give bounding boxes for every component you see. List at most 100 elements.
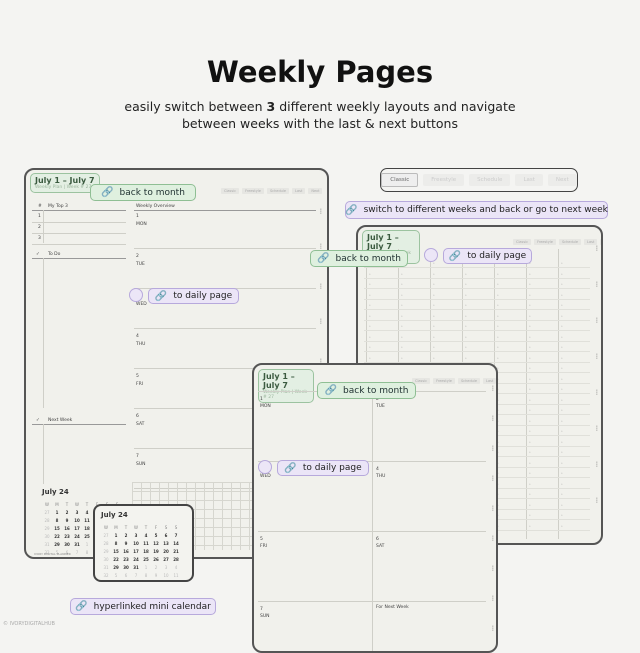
calendar-day[interactable]: 28	[171, 555, 181, 563]
day-number[interactable]: 1	[260, 397, 263, 402]
day-number[interactable]: 7	[260, 607, 263, 612]
calendar-day[interactable]: 7	[131, 571, 141, 579]
vertical-dots-icon[interactable]: ⋮	[490, 506, 496, 512]
calendar-day[interactable]: 8	[52, 516, 62, 524]
vertical-dots-icon[interactable]: ⋮	[594, 498, 600, 504]
calendar-day[interactable]: 9	[62, 516, 72, 524]
day-name[interactable]: SAT	[376, 544, 384, 549]
calendar-day[interactable]: 9	[151, 571, 161, 579]
week-header[interactable]: July 1 – July 7Weekly Plan | Week # 27	[258, 369, 314, 403]
day-name[interactable]: THU	[136, 342, 145, 347]
calendar-day[interactable]: 11	[141, 539, 151, 547]
vertical-dots-icon[interactable]: ⋮	[318, 319, 324, 325]
day-number[interactable]: 4	[136, 334, 139, 339]
calendar-day[interactable]: 13	[161, 539, 171, 547]
calendar-day[interactable]: 17	[131, 547, 141, 555]
toolbar-freestyle-button[interactable]: Freestyle	[423, 174, 465, 186]
day-link-circle[interactable]	[258, 460, 272, 474]
calendar-day[interactable]: 8	[141, 571, 151, 579]
calendar-day[interactable]: 6	[161, 531, 171, 539]
toolbar-last-button[interactable]: Last	[515, 174, 543, 186]
calendar-day[interactable]: 26	[151, 555, 161, 563]
vertical-dots-icon[interactable]: ⋮	[490, 596, 496, 602]
calendar-day[interactable]: 21	[171, 547, 181, 555]
day-link-circle[interactable]	[424, 248, 438, 262]
calendar-day[interactable]: 16	[62, 524, 72, 532]
week-number[interactable]: 28	[42, 516, 52, 524]
tab-freestyle[interactable]: Freestyle	[433, 378, 455, 384]
calendar-day[interactable]: 14	[171, 539, 181, 547]
week-number[interactable]: 30	[101, 555, 111, 563]
day-name[interactable]: MON	[260, 404, 271, 409]
vertical-dots-icon[interactable]: ⋮	[594, 246, 600, 252]
day-name[interactable]: SAT	[136, 422, 144, 427]
vertical-dots-icon[interactable]: ⋮	[594, 354, 600, 360]
week-number[interactable]: 29	[42, 524, 52, 532]
week-number[interactable]: 27	[101, 531, 111, 539]
vertical-dots-icon[interactable]: ⋮	[318, 209, 324, 215]
calendar-day[interactable]: 25	[82, 532, 92, 540]
calendar-day[interactable]: 23	[121, 555, 131, 563]
calendar-day[interactable]: 4	[82, 508, 92, 516]
calendar-day[interactable]: 10	[161, 571, 171, 579]
day-name[interactable]: THU	[376, 474, 385, 479]
calendar-day[interactable]: 31	[131, 563, 141, 571]
calendar-day[interactable]: 16	[121, 547, 131, 555]
vertical-dots-icon[interactable]: ⋮	[594, 426, 600, 432]
day-name[interactable]: TUE	[136, 262, 145, 267]
day-link-circle[interactable]	[129, 288, 143, 302]
vertical-dots-icon[interactable]: ⋮	[490, 626, 496, 632]
day-name[interactable]: TUE	[376, 404, 385, 409]
calendar-day[interactable]: 15	[52, 524, 62, 532]
vertical-dots-icon[interactable]: ⋮	[594, 282, 600, 288]
calendar-day[interactable]: 5	[111, 571, 121, 579]
calendar-day[interactable]: 25	[141, 555, 151, 563]
calendar-day[interactable]: 17	[72, 524, 82, 532]
tab-last[interactable]: Last	[483, 378, 496, 384]
calendar-day[interactable]: 24	[72, 532, 82, 540]
calendar-day[interactable]: 1	[52, 508, 62, 516]
toolbar-next-button[interactable]: Next	[547, 174, 577, 186]
calendar-day[interactable]: 20	[161, 547, 171, 555]
calendar-day[interactable]: 31	[72, 540, 82, 548]
calendar-day[interactable]: 30	[121, 563, 131, 571]
day-number[interactable]: 7	[136, 454, 139, 459]
calendar-day[interactable]: 3	[72, 508, 82, 516]
day-name[interactable]: MON	[136, 222, 147, 227]
day-number[interactable]: 6	[376, 537, 379, 542]
calendar-day[interactable]: 8	[82, 548, 92, 556]
day-name[interactable]: FRI	[260, 544, 267, 549]
calendar-day[interactable]: 8	[111, 539, 121, 547]
day-name[interactable]: FRI	[136, 382, 143, 387]
vertical-dots-icon[interactable]: ⋮	[490, 566, 496, 572]
tab-schedule[interactable]: Schedule	[457, 378, 481, 384]
calendar-day[interactable]: 10	[72, 516, 82, 524]
tab-freestyle[interactable]: Freestyle	[534, 239, 556, 245]
calendar-title[interactable]: July 24	[101, 511, 186, 519]
calendar-title[interactable]: July 24	[42, 488, 122, 496]
vertical-dots-icon[interactable]: ⋮	[490, 536, 496, 542]
day-name[interactable]: SUN	[260, 614, 270, 619]
to-daily-page-link[interactable]: 🔗 to daily page	[148, 288, 239, 304]
calendar-day[interactable]: 19	[151, 547, 161, 555]
calendar-day[interactable]: 7	[171, 531, 181, 539]
day-number[interactable]: 2	[136, 254, 139, 259]
calendar-day[interactable]: 1	[82, 540, 92, 548]
to-daily-page-link[interactable]: 🔗 to daily page	[277, 460, 369, 476]
tab-classic[interactable]: Classic	[513, 239, 532, 245]
week-number[interactable]: 31	[42, 540, 52, 548]
calendar-day[interactable]: 2	[62, 508, 72, 516]
calendar-day[interactable]: 24	[131, 555, 141, 563]
calendar-day[interactable]: 2	[121, 531, 131, 539]
back-to-month-link[interactable]: 🔗 back to month	[317, 382, 416, 399]
calendar-day[interactable]: 4	[141, 531, 151, 539]
back-to-month-link[interactable]: 🔗 back to month	[310, 250, 408, 267]
day-name[interactable]: SUN	[136, 462, 146, 467]
calendar-day[interactable]: 23	[62, 532, 72, 540]
calendar-day[interactable]: 6	[121, 571, 131, 579]
calendar-day[interactable]: 15	[111, 547, 121, 555]
tab-next[interactable]: Next	[600, 239, 601, 245]
calendar-day[interactable]: 18	[141, 547, 151, 555]
calendar-day[interactable]: 1	[111, 531, 121, 539]
calendar-day[interactable]: 22	[52, 532, 62, 540]
